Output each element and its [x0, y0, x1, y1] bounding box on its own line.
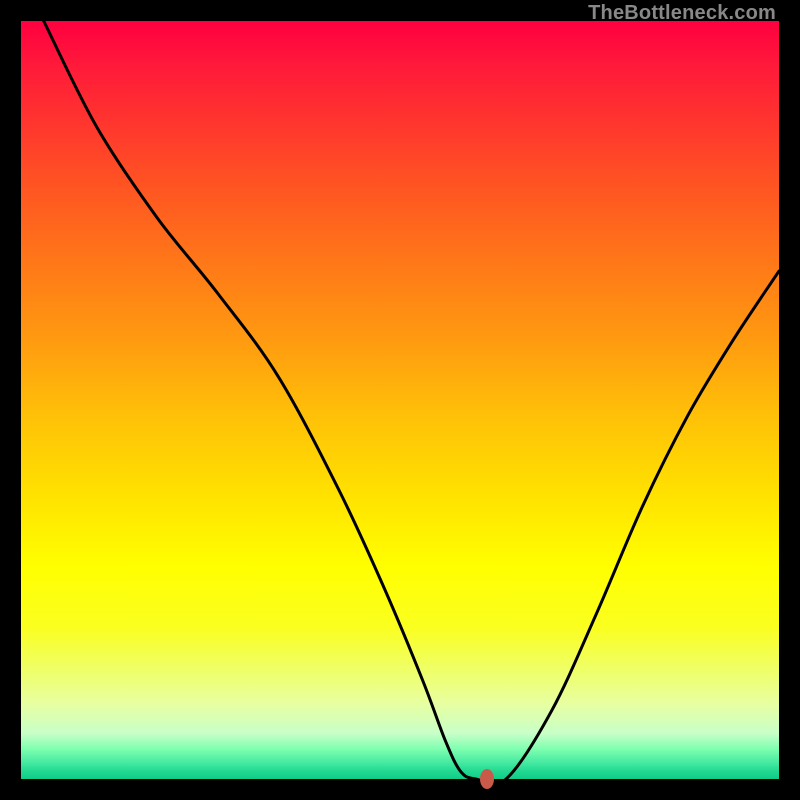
bottleneck-curve: [21, 21, 779, 779]
optimal-point-marker: [480, 769, 494, 789]
chart-frame: TheBottleneck.com: [0, 0, 800, 800]
plot-area: [21, 21, 779, 779]
